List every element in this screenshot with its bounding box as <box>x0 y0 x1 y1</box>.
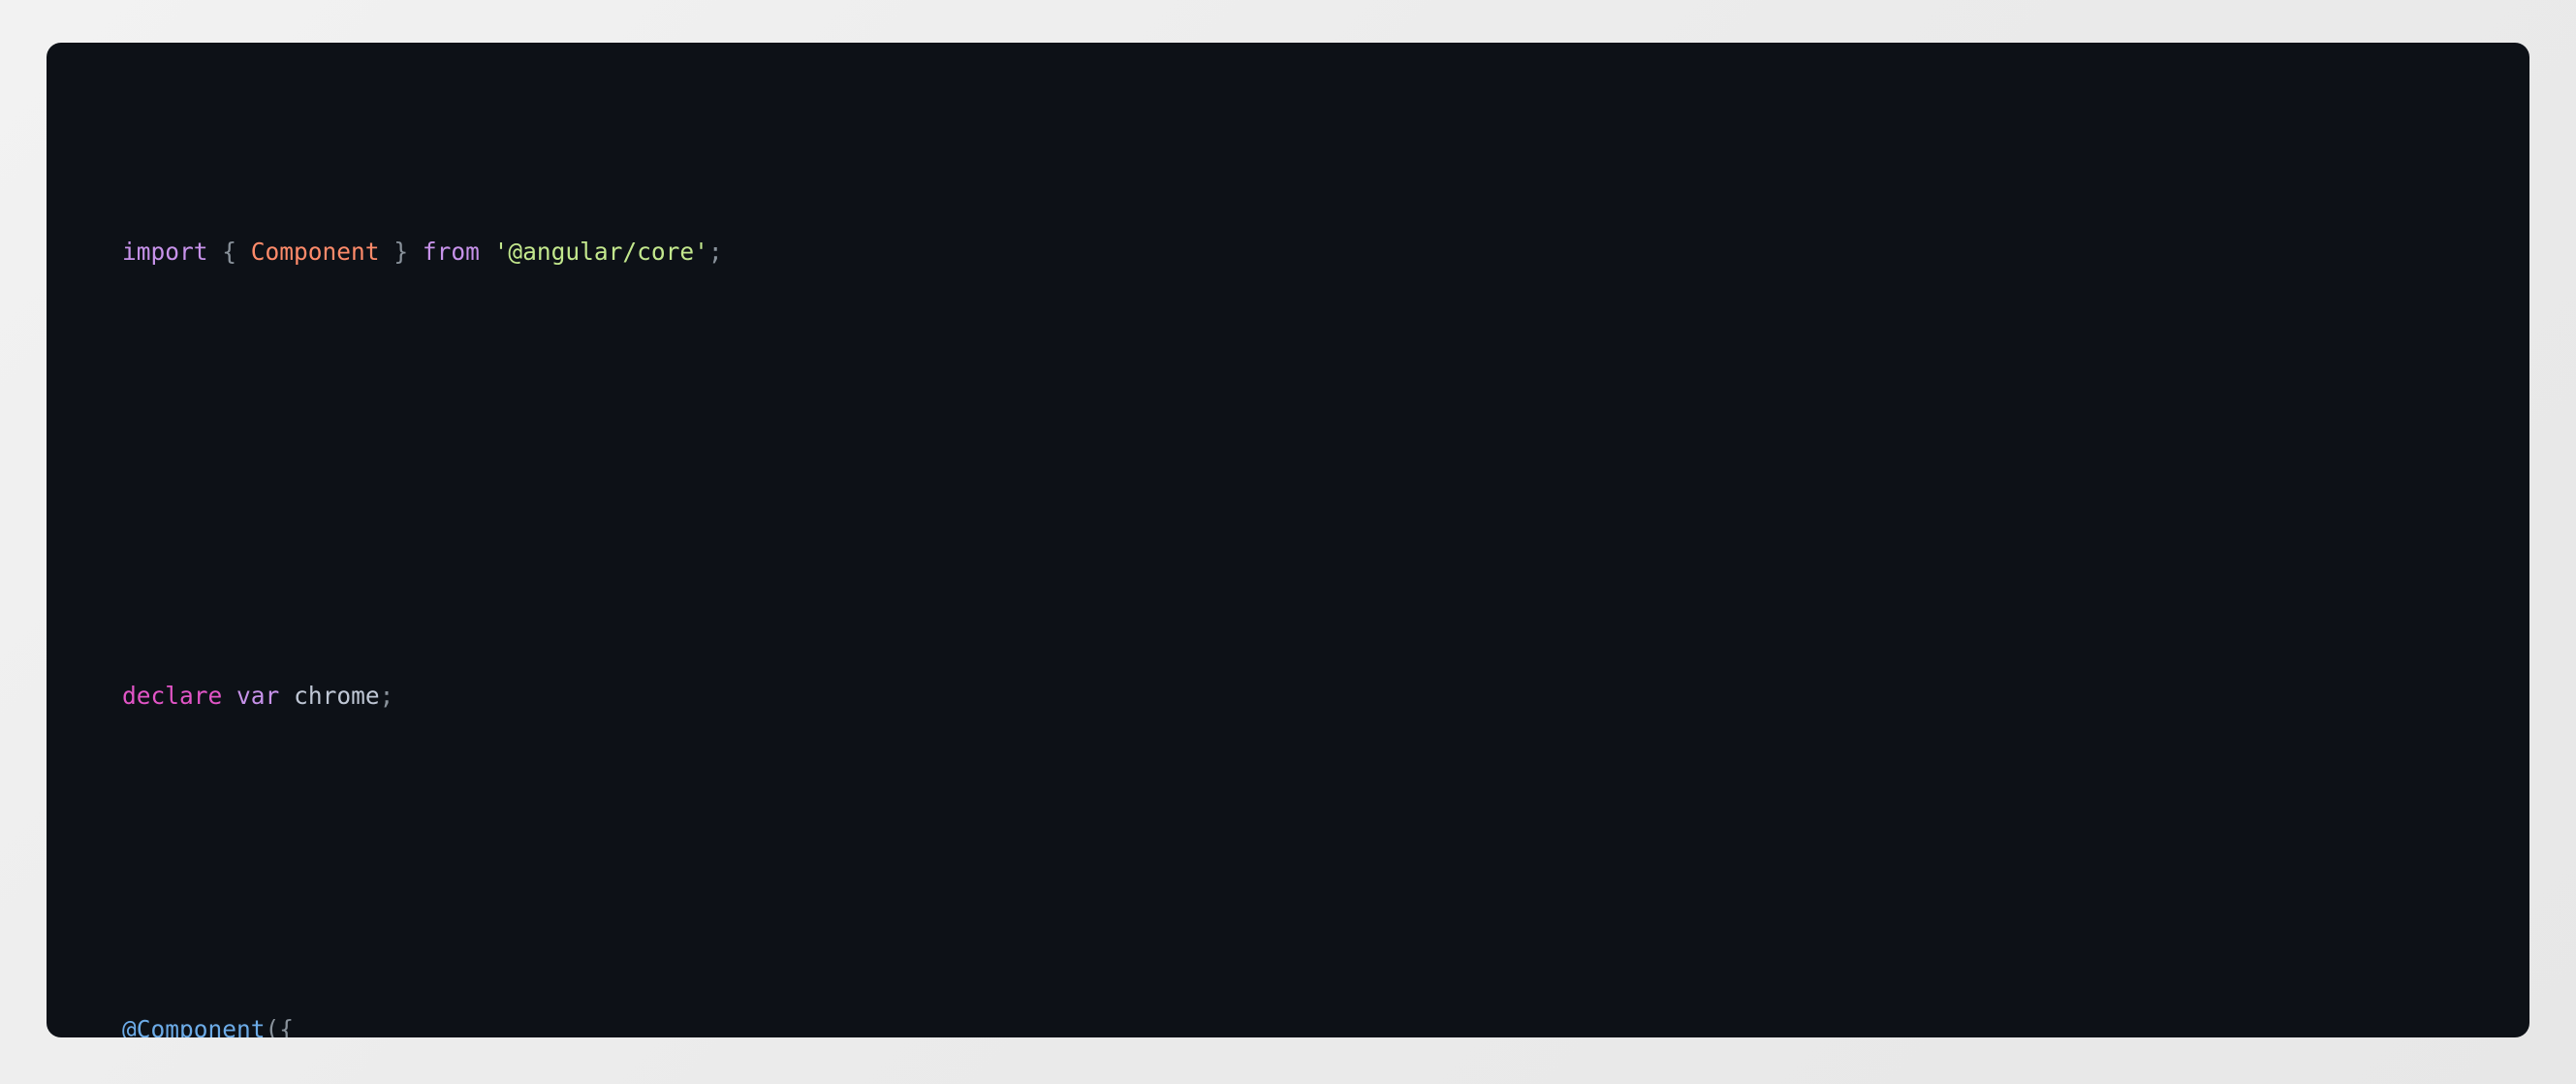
token-brace-open: { <box>222 237 251 266</box>
code-line-blank-3 <box>122 826 2529 863</box>
token-decorator-component: @Component <box>122 1015 266 1037</box>
code-line-import: import { Component } from '@angular/core… <box>122 234 2529 271</box>
token-keyword-var: var <box>236 682 280 711</box>
code-snippet-card: import { Component } from '@angular/core… <box>47 43 2529 1037</box>
token-paren-brace-open: ({ <box>265 1015 295 1037</box>
token-keyword-from: from <box>422 237 480 266</box>
token-brace-close: } <box>379 237 423 266</box>
code-block: import { Component } from '@angular/core… <box>47 85 2529 1037</box>
code-line-decorator: @Component({ <box>122 1011 2529 1037</box>
page-root: import { Component } from '@angular/core… <box>0 0 2576 1084</box>
token-semicolon: ; <box>707 237 723 266</box>
token-module-path: '@angular/core' <box>493 237 708 266</box>
token-space-2 <box>480 238 494 266</box>
token-semicolon: ; <box>379 682 394 711</box>
code-line-blank-1 <box>122 382 2529 419</box>
token-keyword-import: import <box>122 237 208 266</box>
code-line-declare: declare var chrome; <box>122 678 2529 715</box>
token-space-2 <box>279 682 294 710</box>
token-identifier-chrome: chrome <box>294 682 380 711</box>
code-line-blank-2 <box>122 493 2529 529</box>
token-keyword-declare: declare <box>122 682 223 711</box>
token-class-component: Component <box>250 237 380 266</box>
